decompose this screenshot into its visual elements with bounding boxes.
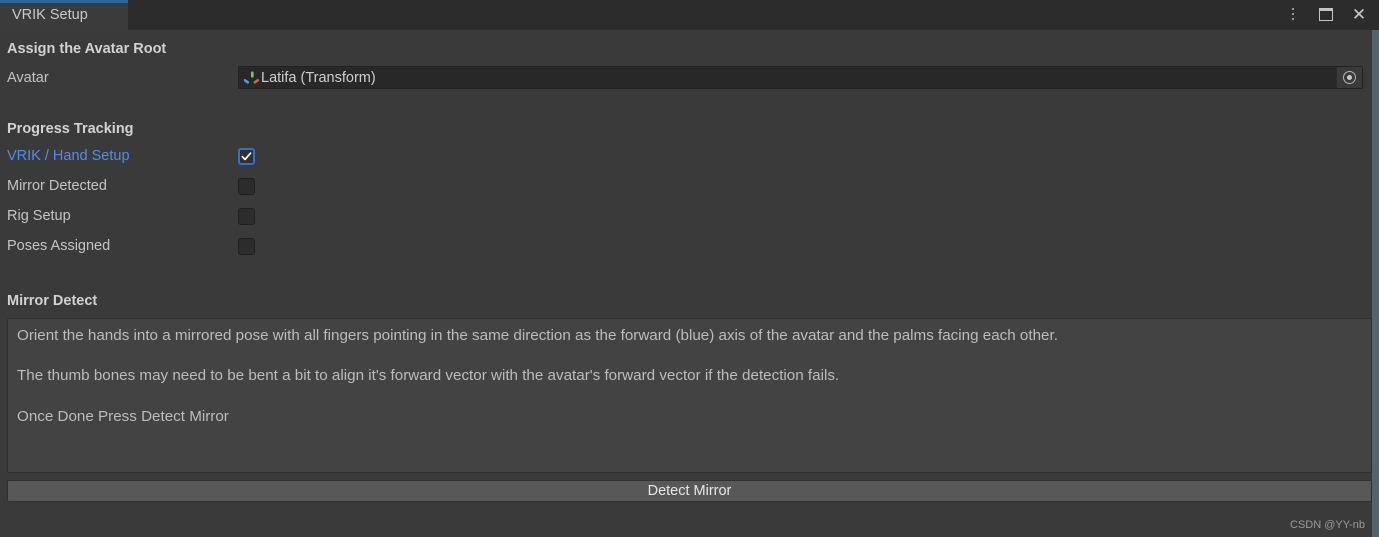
- avatar-field-row: Avatar Latifa (Transform): [0, 66, 1379, 89]
- detect-mirror-button-row: Detect Mirror: [7, 480, 1372, 502]
- window-maximize-button[interactable]: [1316, 3, 1336, 25]
- tabbar-spacer: [128, 0, 1283, 30]
- window-close-button[interactable]: ✕: [1349, 3, 1369, 25]
- progress-item-label: Rig Setup: [7, 208, 71, 224]
- detect-mirror-button[interactable]: Detect Mirror: [7, 480, 1372, 502]
- avatar-object-field-value: Latifa (Transform): [261, 69, 376, 86]
- close-icon: ✕: [1351, 4, 1367, 24]
- progress-item-label: VRIK / Hand Setup: [7, 148, 130, 164]
- tab-vrik-setup[interactable]: VRIK Setup: [0, 0, 128, 30]
- help-paragraph-2: The thumb bones may need to be bent a bi…: [17, 367, 840, 385]
- avatar-object-field[interactable]: Latifa (Transform): [238, 66, 1363, 89]
- vrik-setup-window: VRIK Setup ✕ Assign the Avatar Root Avat…: [0, 0, 1379, 537]
- progress-checkbox-vrik-hand-setup[interactable]: [238, 147, 255, 165]
- progress-item-rig-setup: Rig Setup: [0, 201, 1379, 231]
- progress-item-poses-assigned: Poses Assigned: [0, 231, 1379, 261]
- help-paragraph-3: Once Done Press Detect Mirror: [17, 407, 229, 425]
- window-controls: ✕: [1283, 0, 1379, 30]
- progress-checkbox-poses-assigned[interactable]: [238, 237, 255, 255]
- progress-tracking-list: VRIK / Hand Setup Mirror Detected Rig Se…: [0, 141, 1379, 261]
- progress-checkbox-mirror-detected[interactable]: [238, 177, 255, 195]
- tab-label: VRIK Setup: [12, 7, 88, 24]
- section-heading-assign-avatar-root: Assign the Avatar Root: [7, 41, 167, 57]
- watermark: CSDN @YY-nb: [1290, 519, 1365, 531]
- progress-item-label: Mirror Detected: [7, 178, 107, 194]
- progress-item-label: Poses Assigned: [7, 238, 111, 254]
- window-content: Assign the Avatar Root Avatar Latifa (Tr…: [0, 30, 1379, 537]
- section-heading-progress-tracking: Progress Tracking: [7, 121, 134, 137]
- progress-item-mirror-detected: Mirror Detected: [0, 171, 1379, 201]
- avatar-object-field-content: Latifa (Transform): [239, 70, 376, 86]
- section-heading-mirror-detect: Mirror Detect: [7, 293, 98, 309]
- object-picker-icon[interactable]: [1336, 67, 1362, 88]
- progress-checkbox-rig-setup[interactable]: [238, 207, 255, 225]
- progress-item-vrik-hand-setup: VRIK / Hand Setup: [0, 141, 1379, 171]
- transform-icon: [244, 71, 260, 84]
- window-tabbar: VRIK Setup ✕: [0, 0, 1379, 30]
- maximize-icon: [1319, 7, 1333, 21]
- help-paragraph-1: Orient the hands into a mirrored pose wi…: [17, 327, 1058, 344]
- checkmark-icon: [241, 151, 252, 160]
- vertical-dots-icon: [1291, 7, 1295, 21]
- mirror-detect-help-box: Orient the hands into a mirrored pose wi…: [7, 318, 1372, 473]
- avatar-field-label: Avatar: [7, 69, 49, 86]
- window-menu-button[interactable]: [1283, 3, 1303, 25]
